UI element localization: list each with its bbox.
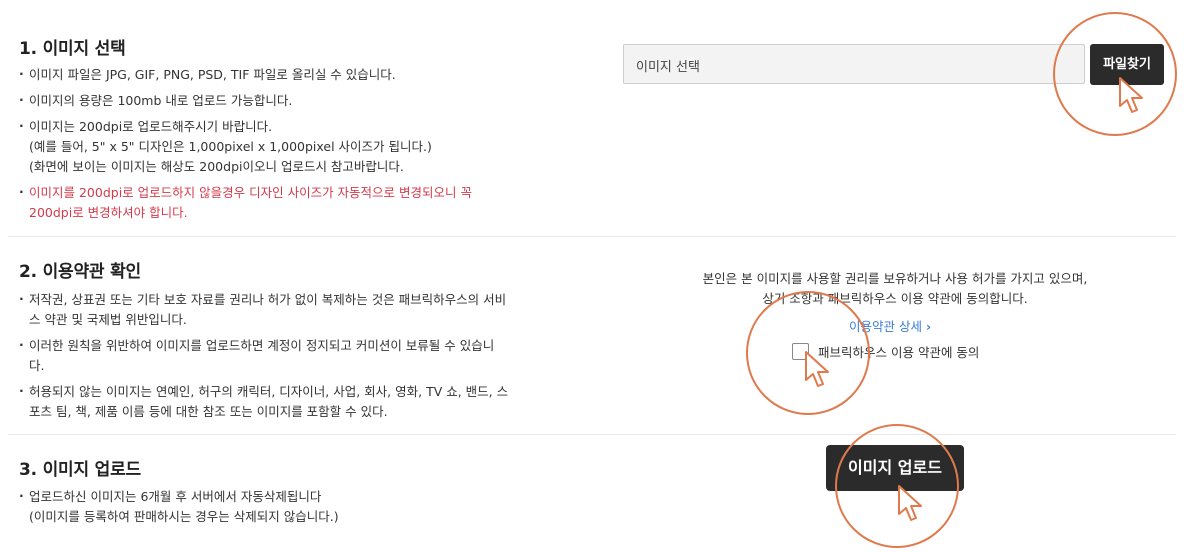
chevron-right-icon: ›: [925, 319, 932, 334]
terms-detail-link[interactable]: 이용약관 상세 ›: [849, 316, 931, 335]
section-1-notes: 이미지 파일은 JPG, GIF, PNG, PSD, TIF 파일로 올리실 …: [19, 64, 579, 229]
agreement-text: 본인은 본 이미지를 사용할 권리를 보유하거나 사용 허가를 가지고 있으며,…: [702, 271, 1088, 306]
section-2-notes: 저작권, 상표권 또는 기타 보호 자료를 권리나 허가 없이 복제하는 것은 …: [19, 289, 579, 428]
section-3-notes: 업로드하신 이미지는 6개월 후 서버에서 자동삭제됩니다 (이미지를 등록하여…: [19, 486, 579, 533]
list-item: 저작권, 상표권 또는 기타 보호 자료를 권리나 허가 없이 복제하는 것은 …: [19, 289, 579, 330]
warning-note: 이미지를 200dpi로 업로드하지 않을경우 디자인 사이즈가 자동적으로 변…: [19, 182, 579, 223]
agree-label[interactable]: 패브릭하우스 이용 약관에 동의: [818, 342, 979, 361]
section-2-title: 2. 이용약관 확인: [19, 262, 141, 282]
list-item: 이러한 원칙을 위반하여 이미지를 업로드하면 계정이 정지되고 커미션이 보류…: [19, 335, 579, 376]
divider: [8, 236, 1176, 237]
list-item: 허용되지 않는 이미지는 연예인, 허구의 캐릭터, 디자이너, 사업, 회사,…: [19, 381, 579, 422]
list-item: 이미지의 용량은 100mb 내로 업로드 가능합니다.: [19, 90, 579, 111]
section-3-title: 3. 이미지 업로드: [19, 460, 141, 480]
terms-link-label: 이용약관 상세: [849, 319, 922, 334]
list-item: 이미지 파일은 JPG, GIF, PNG, PSD, TIF 파일로 올리실 …: [19, 64, 579, 85]
file-name-field[interactable]: 이미지 선택: [623, 44, 1085, 84]
section-1-title: 1. 이미지 선택: [19, 39, 126, 59]
find-file-button[interactable]: 파일찾기: [1090, 44, 1164, 85]
list-item: 업로드하신 이미지는 6개월 후 서버에서 자동삭제됩니다 (이미지를 등록하여…: [19, 486, 579, 527]
image-upload-button[interactable]: 이미지 업로드: [826, 445, 964, 491]
agree-checkbox[interactable]: [792, 343, 809, 360]
list-item: 이미지는 200dpi로 업로드해주시기 바랍니다. (예를 들어, 5" x …: [19, 116, 579, 177]
divider: [8, 434, 1176, 435]
